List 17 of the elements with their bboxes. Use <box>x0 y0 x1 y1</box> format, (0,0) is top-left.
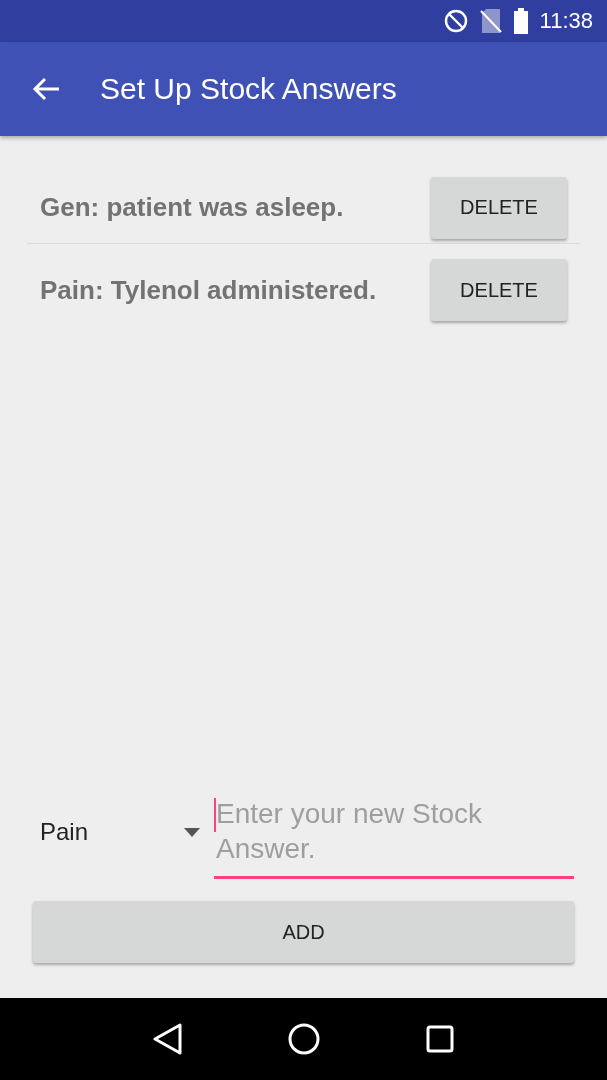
back-triangle-icon[interactable] <box>152 1023 183 1055</box>
delete-button[interactable]: DELETE <box>431 259 567 321</box>
do-not-disturb-icon <box>443 9 468 33</box>
screen-title: Set Up Stock Answers <box>100 72 397 106</box>
battery-icon <box>513 8 528 34</box>
back-button[interactable] <box>32 77 60 101</box>
delete-button[interactable]: DELETE <box>431 176 567 239</box>
recents-square-icon[interactable] <box>426 1025 455 1053</box>
status-time: 11:38 <box>539 8 593 34</box>
dropdown-caret-icon <box>184 827 200 837</box>
add-button[interactable]: ADD <box>33 901 574 963</box>
category-dropdown[interactable]: Pain <box>40 801 214 863</box>
stock-answer-text: Pain: Tylenol administered. <box>40 274 377 306</box>
no-signal-icon <box>479 8 502 34</box>
stock-answer-field[interactable]: Enter your new Stock Answer. <box>214 796 574 879</box>
home-circle-icon[interactable] <box>288 1023 321 1055</box>
stock-answer-text: Gen: patient was asleep. <box>40 192 344 223</box>
